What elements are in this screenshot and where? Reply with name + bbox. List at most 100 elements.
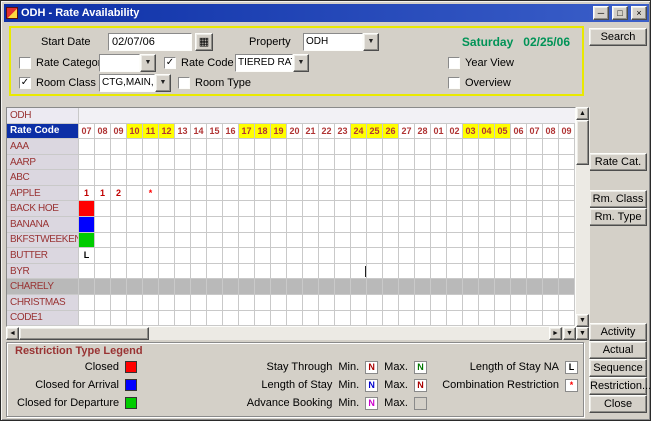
grid-cell[interactable] [175, 201, 191, 217]
grid-cell[interactable] [239, 233, 255, 249]
grid-cell[interactable] [207, 217, 223, 233]
grid-cell[interactable] [511, 295, 527, 311]
grid-cell[interactable] [95, 155, 111, 171]
grid-cell[interactable] [495, 279, 511, 295]
grid-cell[interactable] [399, 170, 415, 186]
grid-cell[interactable] [303, 233, 319, 249]
grid-cell[interactable] [271, 233, 287, 249]
date-header-cell[interactable]: 21 [303, 124, 319, 140]
grid-cell[interactable] [431, 311, 447, 327]
grid-cell[interactable] [159, 139, 175, 155]
rate-cat-button[interactable]: Rate Cat. [589, 153, 647, 171]
grid-cell[interactable] [527, 311, 543, 327]
grid-cell[interactable] [175, 311, 191, 327]
date-header-cell[interactable]: 09 [559, 124, 575, 140]
grid-cell[interactable] [143, 155, 159, 171]
date-header-cell[interactable]: 24 [351, 124, 367, 140]
grid-cell[interactable] [527, 295, 543, 311]
grid-cell[interactable] [559, 155, 575, 171]
grid-cell[interactable] [303, 139, 319, 155]
grid-cell[interactable] [271, 201, 287, 217]
grid-cell[interactable] [447, 295, 463, 311]
grid-cell[interactable] [447, 139, 463, 155]
grid-cell[interactable] [335, 155, 351, 171]
grid-cell[interactable] [431, 201, 447, 217]
grid-cell[interactable] [95, 170, 111, 186]
grid-cell[interactable] [543, 311, 559, 327]
grid-cell[interactable] [351, 279, 367, 295]
grid-cell[interactable] [495, 248, 511, 264]
grid-cell[interactable] [543, 201, 559, 217]
grid-cell[interactable] [255, 217, 271, 233]
grid-cell[interactable] [447, 170, 463, 186]
grid-cell[interactable] [415, 170, 431, 186]
grid-cell[interactable] [463, 201, 479, 217]
grid-cell[interactable] [255, 139, 271, 155]
grid-cell[interactable] [271, 264, 287, 280]
grid-cell[interactable] [431, 248, 447, 264]
grid-cell[interactable] [527, 201, 543, 217]
grid-cell[interactable] [527, 139, 543, 155]
grid-cell[interactable] [495, 233, 511, 249]
date-header-cell[interactable]: 07 [79, 124, 95, 140]
grid-cell[interactable] [543, 186, 559, 202]
date-header-cell[interactable]: 17 [239, 124, 255, 140]
grid-cell[interactable] [399, 264, 415, 280]
grid-cell[interactable] [383, 279, 399, 295]
grid-cell[interactable] [287, 201, 303, 217]
grid-cell[interactable] [303, 217, 319, 233]
grid-cell[interactable] [95, 248, 111, 264]
grid-cell[interactable] [415, 279, 431, 295]
grid-cell[interactable] [415, 155, 431, 171]
grid-cell[interactable] [319, 295, 335, 311]
grid-cell[interactable] [479, 217, 495, 233]
grid-cell[interactable] [303, 248, 319, 264]
horizontal-scroll-thumb[interactable] [19, 327, 149, 340]
grid-cell[interactable] [463, 233, 479, 249]
year-view-checkbox[interactable] [448, 57, 460, 69]
grid-cell[interactable] [399, 279, 415, 295]
grid-cell[interactable] [479, 155, 495, 171]
grid-cell[interactable] [383, 264, 399, 280]
grid-cell[interactable] [303, 295, 319, 311]
grid-cell[interactable] [511, 217, 527, 233]
grid-cell[interactable] [255, 186, 271, 202]
grid-cell[interactable] [415, 311, 431, 327]
grid-cell[interactable] [319, 248, 335, 264]
grid-cell[interactable] [191, 155, 207, 171]
grid-cell[interactable] [335, 311, 351, 327]
grid-cell[interactable] [271, 279, 287, 295]
grid-cell[interactable] [255, 155, 271, 171]
grid-cell[interactable] [495, 217, 511, 233]
grid-cell[interactable] [255, 170, 271, 186]
date-header-cell[interactable]: 10 [127, 124, 143, 140]
grid-cell[interactable] [367, 170, 383, 186]
date-header-cell[interactable]: 20 [287, 124, 303, 140]
grid-cell[interactable] [223, 170, 239, 186]
dropdown-arrow-icon[interactable]: ▼ [293, 54, 309, 72]
date-header-cell[interactable]: 01 [431, 124, 447, 140]
grid-cell[interactable] [367, 201, 383, 217]
grid-cell[interactable] [351, 155, 367, 171]
activity-button[interactable]: Activity [589, 323, 647, 341]
grid-cell[interactable] [495, 170, 511, 186]
grid-cell[interactable] [159, 201, 175, 217]
grid-cell[interactable] [351, 217, 367, 233]
rate-code-row-label[interactable]: BKFSTWEEKEND [7, 233, 79, 249]
date-header-cell[interactable]: 26 [383, 124, 399, 140]
date-header-cell[interactable]: 25 [367, 124, 383, 140]
grid-cell[interactable] [319, 139, 335, 155]
grid-cell[interactable] [559, 233, 575, 249]
grid-cell[interactable] [335, 170, 351, 186]
grid-cell[interactable] [207, 155, 223, 171]
grid-cell[interactable] [111, 170, 127, 186]
close-button[interactable]: Close [589, 395, 647, 413]
grid-cell[interactable] [223, 186, 239, 202]
grid-cell[interactable] [159, 295, 175, 311]
grid-cell[interactable] [223, 139, 239, 155]
grid-cell[interactable] [543, 155, 559, 171]
rate-category-checkbox[interactable] [19, 57, 31, 69]
date-header-cell[interactable]: 14 [191, 124, 207, 140]
rate-code-row-label[interactable]: APPLE [7, 186, 79, 202]
grid-cell[interactable] [479, 170, 495, 186]
